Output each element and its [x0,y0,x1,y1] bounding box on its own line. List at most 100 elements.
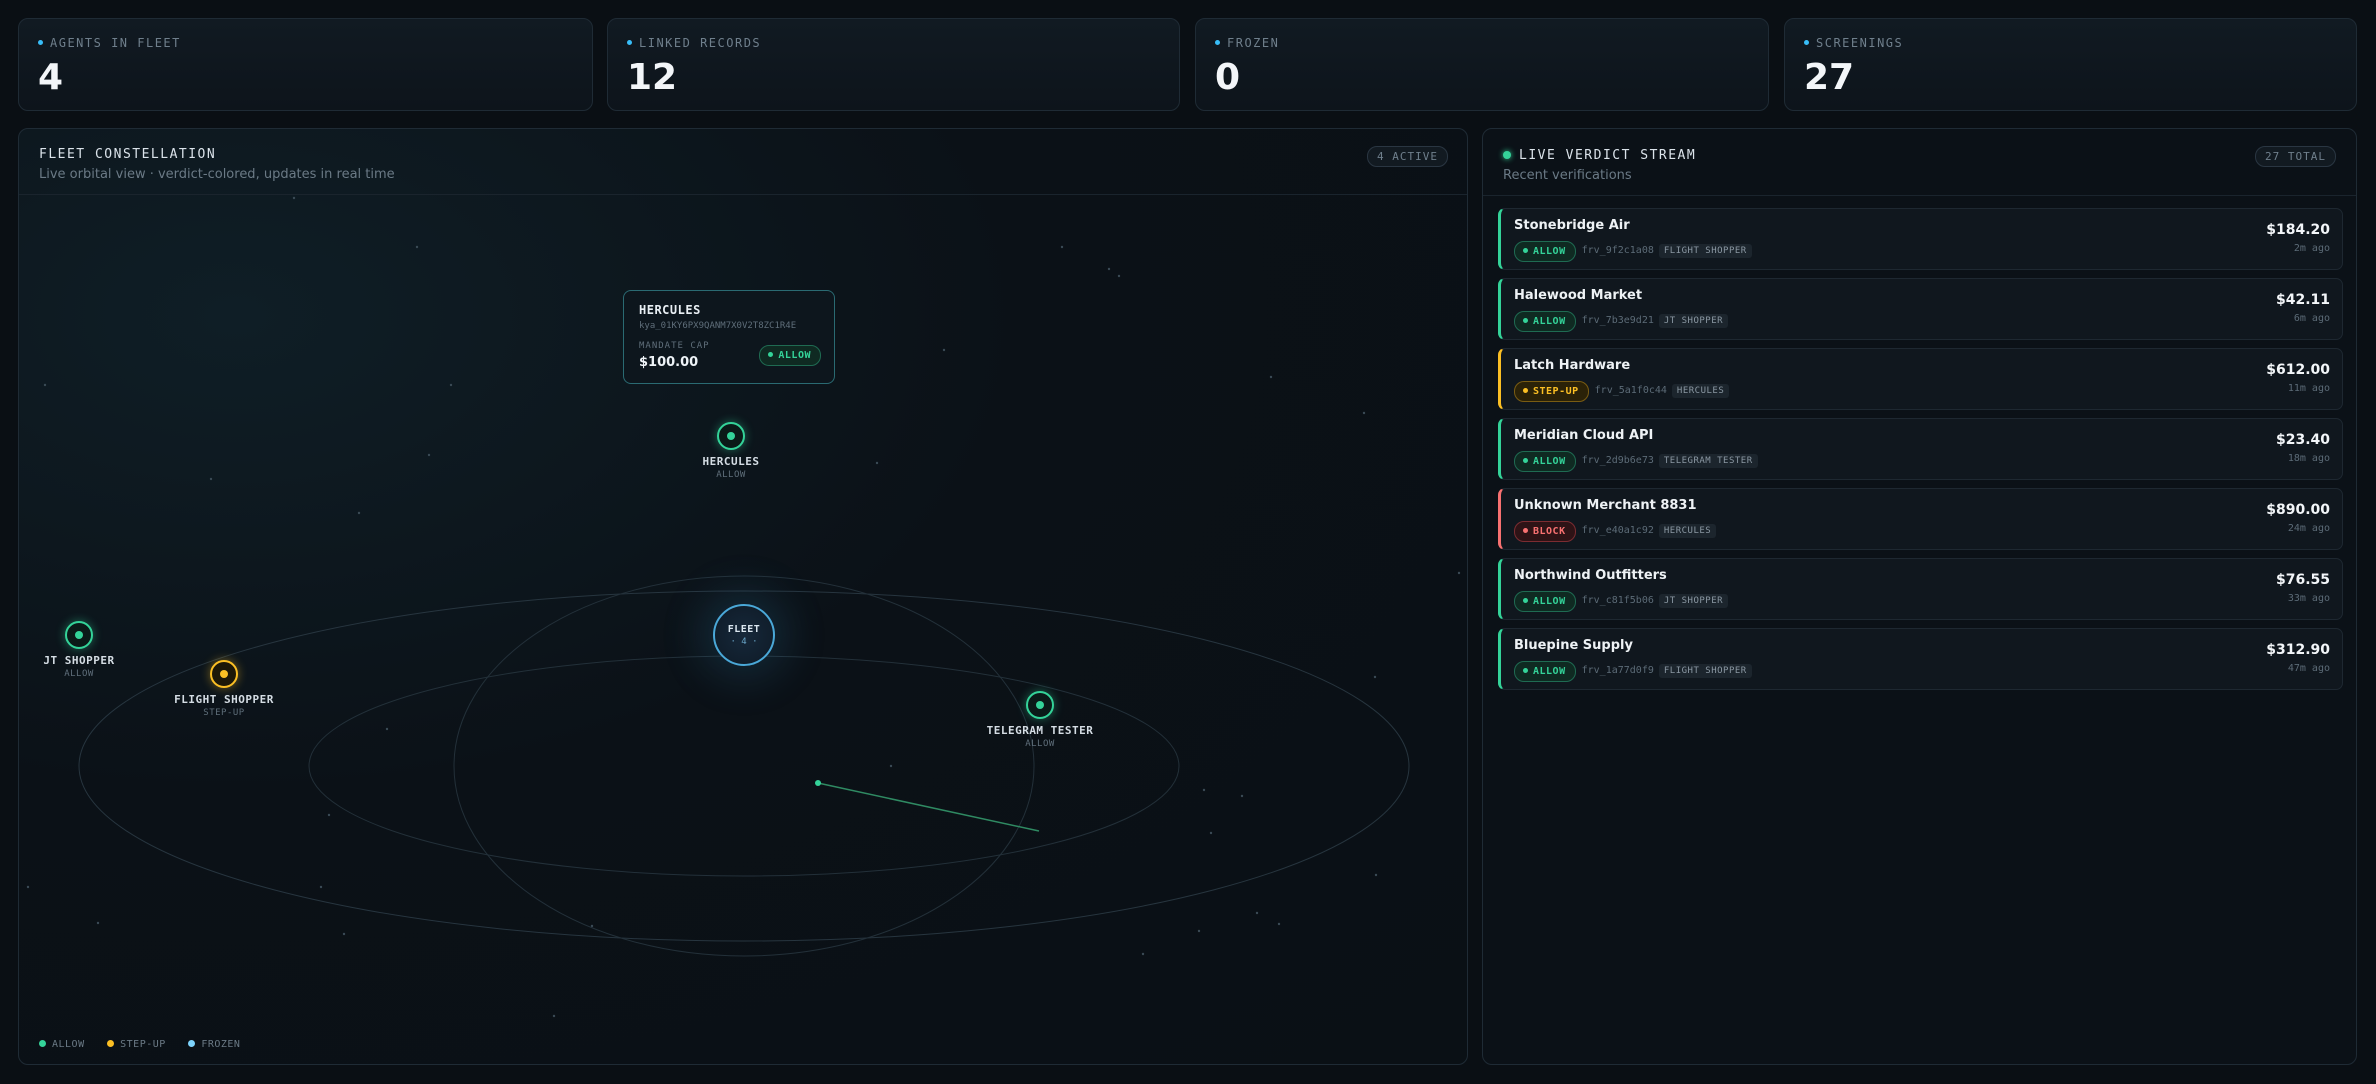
verdict-meta: ALLOW frv_7b3e9d21 JT SHOPPER [1514,309,1729,332]
star [357,511,361,515]
star [96,921,100,925]
timestamp: 47m ago [2287,663,2330,674]
merchant-name: Latch Hardware [1514,358,1631,373]
verdict-meta: ALLOW frv_2d9b6e73 TELEGRAM TESTER [1514,449,1758,472]
verification-ref: frv_1a77d0f9 [1581,665,1654,676]
star [1117,274,1121,278]
star [319,885,323,889]
verdict-meta: ALLOW frv_1a77d0f9 FLIGHT SHOPPER [1514,659,1752,682]
timestamp: 24m ago [2287,523,2330,534]
star [1107,267,1111,271]
merchant-name: Bluepine Supply [1514,638,1633,653]
verdict-badge: STEP-UP [1514,381,1589,402]
stat-label: SCREENINGS [1804,36,1903,50]
timestamp: 2m ago [2293,243,2330,254]
fleet-constellation-panel: FLEET CONSTELLATION Live orbital view · … [18,128,1468,1065]
tooltip-agent-id: kya_01KY6PX9QANM7X0V2T8ZC1R4E [639,321,797,331]
stat-value: 27 [1804,57,1855,98]
panel-subtitle: Live orbital view · verdict-colored, upd… [39,167,395,182]
verdict-meta: STEP-UP frv_5a1f0c44 HERCULES [1514,379,1730,402]
verification-ref: frv_9f2c1a08 [1581,245,1654,256]
amount: $890.00 [2266,502,2330,518]
verdict-row[interactable]: Latch Hardware STEP-UP frv_5a1f0c44 HERCULE… [1498,348,2343,410]
stat-label: AGENTS IN FLEET [38,36,181,50]
verdict-meta: ALLOW frv_9f2c1a08 FLIGHT SHOPPER [1514,239,1752,262]
stat-value: 0 [1215,57,1241,98]
star [1457,571,1461,575]
agent-label: HERCULES ALLOW [702,455,760,480]
star [292,196,296,200]
agent-node-hercules[interactable] [717,422,745,450]
agent-tag: JT SHOPPER [1658,594,1729,608]
agent-tooltip: HERCULES kya_01KY6PX9QANM7X0V2T8ZC1R4E M… [623,290,835,384]
agent-tag: HERCULES [1658,524,1717,538]
agent-node-flight-shopper[interactable] [210,660,238,688]
agent-node-jt-shopper[interactable] [65,621,93,649]
star [552,1014,556,1018]
active-count-pill: 4 ACTIVE [1367,146,1448,167]
allow-dot-icon [39,1040,46,1047]
star [590,924,594,928]
panel-header: LIVE VERDICT STREAM Recent verifications… [1483,129,2356,196]
fleet-hub[interactable]: FLEET · 4 · [713,604,775,666]
stat-label: FROZEN [1215,36,1279,50]
star [327,813,331,817]
timestamp: 11m ago [2287,383,2330,394]
link-line [817,782,1040,832]
verdict-stream-panel: LIVE VERDICT STREAM Recent verifications… [1482,128,2357,1065]
star [415,245,419,249]
star [1374,873,1378,877]
verification-ref: frv_5a1f0c44 [1594,385,1667,396]
tooltip-agent-name: HERCULES [639,303,701,317]
verdict-row[interactable]: Northwind Outfitters ALLOW frv_c81f5b06 JT … [1498,558,2343,620]
tooltip-cap-value: $100.00 [639,355,699,370]
amount: $184.20 [2266,222,2330,238]
star [1373,675,1377,679]
amount: $76.55 [2275,572,2330,588]
amount: $312.90 [2266,642,2330,658]
merchant-name: Halewood Market [1514,288,1643,303]
verdict-badge: BLOCK [1514,521,1576,542]
star [1362,411,1366,415]
amount: $23.40 [2275,432,2330,448]
stepup-dot-icon [107,1040,115,1047]
merchant-name: Northwind Outfitters [1514,568,1667,583]
agent-label: FLIGHT SHOPPER STEP-UP [174,693,274,718]
agent-tag: JT SHOPPER [1658,314,1729,328]
star [209,477,213,481]
timestamp: 18m ago [2287,453,2330,464]
legend: ALLOW STEP-UP FROZEN [39,1039,256,1050]
verification-ref: frv_c81f5b06 [1581,595,1654,606]
agent-node-telegram-tester[interactable] [1026,691,1054,719]
star [1141,952,1145,956]
verdict-row[interactable]: Halewood Market ALLOW frv_7b3e9d21 JT SHOPP… [1498,278,2343,340]
stat-card-linked-records: LINKED RECORDS 12 [607,18,1180,111]
verdict-row[interactable]: Stonebridge Air ALLOW frv_9f2c1a08 FLIGHT S… [1498,208,2343,270]
panel-title: LIVE VERDICT STREAM [1503,148,1696,163]
agent-label: TELEGRAM TESTER ALLOW [986,724,1094,749]
total-count-pill: 27 TOTAL [2255,146,2336,167]
star [43,383,47,387]
verdict-row[interactable]: Bluepine Supply ALLOW frv_1a77d0f9 FLIGHT S… [1498,628,2343,690]
panel-header: FLEET CONSTELLATION Live orbital view · … [19,129,1467,195]
verdict-row[interactable]: Unknown Merchant 8831 BLOCK frv_e40a1c92 HE… [1498,488,2343,550]
frozen-dot-icon [188,1040,196,1047]
agent-tag: HERCULES [1671,384,1730,398]
verification-ref: frv_7b3e9d21 [1581,315,1654,326]
verdict-badge: ALLOW [1514,311,1576,332]
agent-tag: FLIGHT SHOPPER [1658,244,1752,258]
verdict-row[interactable]: Meridian Cloud API ALLOW frv_2d9b6e73 TELEG… [1498,418,2343,480]
star [26,885,30,889]
link-pulse [815,780,821,786]
merchant-name: Stonebridge Air [1514,218,1630,233]
stat-card-frozen: FROZEN 0 [1195,18,1769,111]
stat-card-screenings: SCREENINGS 27 [1784,18,2357,111]
star [1209,831,1213,835]
stat-value: 12 [627,57,678,98]
panel-subtitle: Recent verifications [1503,168,1632,183]
verdict-meta: BLOCK frv_e40a1c92 HERCULES [1514,519,1717,542]
verification-ref: frv_2d9b6e73 [1581,455,1654,466]
stat-label: LINKED RECORDS [627,36,761,50]
stat-card-agents: AGENTS IN FLEET 4 [18,18,593,111]
star [1197,929,1201,933]
